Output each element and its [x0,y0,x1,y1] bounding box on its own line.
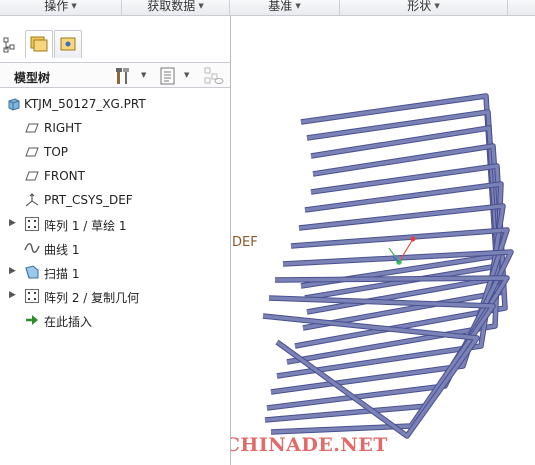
caret-down-icon: ▼ [71,2,77,10]
pattern-icon [25,289,39,303]
caret-down-icon: ▼ [434,2,440,10]
tree-item-right[interactable]: RIGHT [0,116,230,140]
settings-tools-icon[interactable] [114,66,134,86]
tree-item-front[interactable]: FRONT [0,164,230,188]
tree-item-label: 阵列 2 / 复制几何 [44,291,140,305]
tab-folder-browser[interactable] [25,30,53,58]
expand-arrow-icon[interactable]: ▶ [9,290,16,300]
tree-item-label: 曲线 1 [44,243,80,257]
navigator-panel: 模型树 ▼ ▼ KTJM_50127_XG.PRT RIGHT TOP FRON… [0,16,231,465]
part-icon [8,98,20,111]
tree-item-csys[interactable]: PRT_CSYS_DEF [0,188,230,212]
graphics-window[interactable]: DEF BBS.CHINADE.NET [231,16,535,465]
csys-triad-icon [388,236,416,265]
filter-disabled-icon[interactable] [203,66,225,86]
watermark-text: BBS.CHINADE.NET [231,434,388,456]
model-tree-tab-icon[interactable] [2,36,18,54]
caret-down-icon: ▼ [198,2,204,10]
tree-item-curve-1[interactable]: 曲线 1 [0,236,230,260]
tree-item-label: 在此插入 [44,315,93,329]
sweep-icon [25,265,39,279]
tree-item-top[interactable]: TOP [0,140,230,164]
ribbon-group-datum[interactable]: 基准 ▼ [230,0,340,16]
tab-favorites[interactable] [54,30,82,58]
pattern-icon [25,217,39,231]
tree-item-label: FRONT [44,169,85,183]
tree-item-label: 扫描 1 [44,267,80,281]
tree-item-label: RIGHT [44,121,82,135]
model-tree-title: 模型树 [14,71,51,85]
expand-arrow-icon[interactable]: ▶ [9,266,16,276]
datum-plane-icon [25,123,39,133]
csys-icon [25,193,39,207]
tree-item-part[interactable]: KTJM_50127_XG.PRT [0,92,230,116]
datum-plane-icon [25,171,39,181]
ribbon-group-label: 形状 [407,0,432,13]
tree-item-label: PRT_CSYS_DEF [44,193,133,207]
ribbon-group-bar: 操作 ▼ 获取数据 ▼ 基准 ▼ 形状 ▼ [0,0,535,16]
ribbon-group-label: 操作 [44,0,69,13]
ribbon-group-label: 基准 [268,0,293,13]
ribbon-group-operations[interactable]: 操作 ▼ [0,0,122,16]
tree-item-label: KTJM_50127_XG.PRT [24,97,146,111]
ribbon-group-label: 获取数据 [147,0,196,13]
caret-down-icon: ▼ [295,2,301,10]
expand-arrow-icon[interactable]: ▶ [9,218,16,228]
caret-down-icon[interactable]: ▼ [184,71,189,79]
datum-plane-icon [25,147,39,157]
curve-icon [24,243,40,253]
caret-down-icon[interactable]: ▼ [141,71,146,79]
show-list-icon[interactable] [158,66,178,86]
folder-stack-icon [30,36,48,52]
favorites-icon [60,37,76,51]
ribbon-group-get-data[interactable]: 获取数据 ▼ [122,0,230,16]
model-tree-header: 模型树 ▼ ▼ [0,62,230,88]
ribbon-group-shapes[interactable]: 形状 ▼ [340,0,508,16]
tree-item-sweep-1[interactable]: ▶ 扫描 1 [0,260,230,284]
tree-item-pattern-2[interactable]: ▶ 阵列 2 / 复制几何 [0,284,230,308]
tree-item-insert-here[interactable]: 在此插入 [0,308,230,332]
tree-item-label: TOP [44,145,69,159]
navigator-tabs [0,16,230,62]
tree-item-pattern-1[interactable]: ▶ 阵列 1 / 草绘 1 [0,212,230,236]
insert-here-arrow-icon [26,315,38,325]
tree-item-label: 阵列 1 / 草绘 1 [44,219,127,233]
